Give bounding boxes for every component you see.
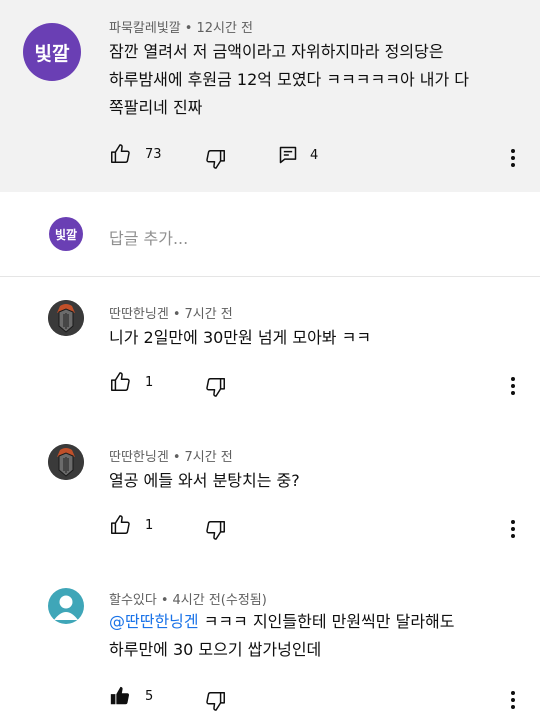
comment-line: @딴딴한닝겐 ㅋㅋㅋ 지인들한테 만원씩만 달라해도 (109, 608, 454, 636)
like-count: 73 (145, 146, 162, 162)
comment-icon (279, 146, 297, 164)
thumbs-up-icon (111, 515, 130, 534)
thumbs-down-icon (206, 692, 225, 711)
comment-fragment: ㅋㅋㅋ 지인들한테 만원씩만 달라해도 (203, 612, 455, 631)
author-name[interactable]: 딴딴한닝겐 (109, 450, 169, 465)
comment-text: 니가 2일만에 30만원 넘게 모아봐 ㅋㅋ (109, 328, 372, 347)
comment-meta: 할수있다 • 4시간 전(수정됨) (109, 589, 267, 608)
replies-button[interactable]: 4 (278, 145, 318, 165)
like-count: 5 (145, 688, 154, 704)
comment-line: 잠깐 열려서 저 금액이라고 자위하지마라 정의당은 (109, 42, 444, 61)
dislike-button[interactable] (205, 148, 227, 170)
like-button[interactable]: 1 (109, 514, 153, 536)
comment-meta: 딴딴한닝겐 • 7시간 전 (109, 446, 233, 465)
separator-dot: • (172, 307, 181, 322)
thumbs-down-icon (206, 378, 225, 397)
dislike-button[interactable] (205, 690, 227, 712)
comment-meta: 파묵칼레빛깔 • 12시간 전 (109, 17, 253, 36)
thumbs-up-icon (111, 372, 130, 391)
author-name[interactable]: 딴딴한닝겐 (109, 307, 169, 322)
separator-dot: • (184, 21, 193, 36)
like-count: 1 (145, 374, 154, 390)
reply-avatar[interactable] (48, 588, 84, 624)
comment-meta: 딴딴한닝겐 • 7시간 전 (109, 303, 233, 322)
reply-count: 4 (310, 147, 319, 163)
thumbs-up-filled-icon (110, 686, 130, 705)
dislike-button[interactable] (205, 376, 227, 398)
author-name[interactable]: 할수있다 (109, 593, 157, 608)
more-options-icon[interactable] (510, 147, 516, 170)
thumbs-down-icon (206, 521, 225, 540)
more-options-icon[interactable] (510, 375, 516, 398)
author-name[interactable]: 파묵칼레빛깔 (109, 21, 181, 36)
like-button[interactable]: 1 (109, 371, 153, 393)
dislike-button[interactable] (205, 519, 227, 541)
comment-line: 하루밤새에 후원금 12억 모였다 ㅋㅋㅋㅋㅋ아 내가 다 (109, 70, 469, 89)
more-options-icon[interactable] (510, 689, 516, 712)
parent-avatar[interactable]: 빛깔 (23, 23, 81, 81)
timestamp[interactable]: 4시간 전(수정됨) (173, 593, 267, 608)
reply-avatar[interactable] (48, 300, 84, 336)
like-button[interactable]: 73 (109, 143, 162, 165)
default-user-icon (54, 595, 78, 620)
comment-line: 쪽팔리네 진짜 (109, 98, 203, 117)
separator-dot: • (172, 450, 181, 465)
mention-link[interactable]: @딴딴한닝겐 (109, 612, 199, 631)
parent-comment: 빛깔 파묵칼레빛깔 • 12시간 전 잠깐 열려서 저 금액이라고 자위하지마라 정… (0, 0, 540, 192)
avatar-text: 빛깔 (34, 42, 70, 65)
avatar-text: 빛깔 (54, 227, 78, 242)
timestamp[interactable]: 7시간 전 (184, 307, 232, 322)
more-options-icon[interactable] (510, 518, 516, 541)
user-avatar[interactable]: 빛깔 (49, 217, 83, 251)
reply-avatar[interactable] (48, 444, 84, 480)
comment-text: 열공 에들 와서 분탕치는 중? (109, 471, 300, 490)
timestamp[interactable]: 12시간 전 (196, 21, 253, 36)
thumbs-up-icon (111, 144, 130, 163)
separator-dot: • (160, 593, 169, 608)
thumbs-down-icon (206, 150, 225, 169)
timestamp[interactable]: 7시간 전 (184, 450, 232, 465)
comment-text: @딴딴한닝겐 ㅋㅋㅋ 지인들한테 만원씩만 달라해도 하루만에 30 모으기 쌉… (109, 608, 454, 664)
add-reply-row: 빛깔 (0, 192, 540, 277)
reply-input[interactable]: 답글 추가... (109, 225, 188, 249)
helmet-icon (48, 300, 84, 336)
like-count: 1 (145, 517, 154, 533)
comment-line: 하루만에 30 모으기 쌉가넝인데 (109, 640, 322, 659)
like-button[interactable]: 5 (109, 685, 153, 707)
helmet-icon (48, 444, 84, 480)
comment-text: 잠깐 열려서 저 금액이라고 자위하지마라 정의당은 하루밤새에 후원금 12억… (109, 38, 469, 122)
